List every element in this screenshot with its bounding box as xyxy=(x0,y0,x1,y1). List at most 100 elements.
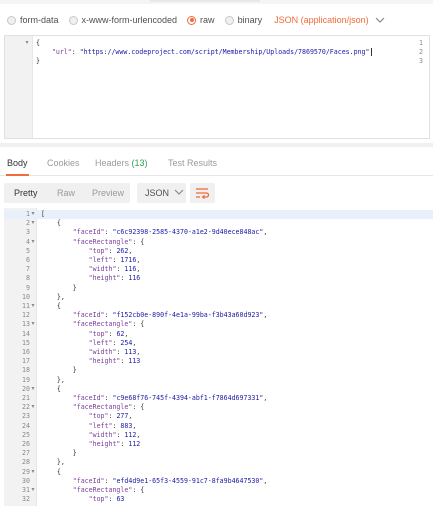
radio-label: x-www-form-urlencoded xyxy=(81,15,178,25)
tab-headers[interactable]: Headers (13) xyxy=(95,158,148,168)
tab-test-results[interactable]: Test Results xyxy=(168,158,217,168)
code-token: } xyxy=(36,57,40,65)
code-token: "faceRectangle" xyxy=(72,237,133,246)
code-line: "faceRectangle": { xyxy=(41,403,144,412)
code-token: } xyxy=(41,449,77,458)
code-token: , xyxy=(136,348,141,356)
line-number: 28 xyxy=(22,458,30,467)
line-number: 22 xyxy=(22,403,30,412)
code-token: , xyxy=(124,329,129,338)
code-token: }, xyxy=(41,375,65,384)
fold-arrow-icon[interactable]: ▾ xyxy=(30,486,36,495)
response-body-viewer[interactable]: 1 ▾[2 ▾ {3 "faceId": "c6c92398-2585-4370-a… xyxy=(4,208,433,506)
code-token: }, xyxy=(41,292,65,301)
tab-cookies[interactable]: Cookies xyxy=(47,158,80,168)
code-token: : { xyxy=(132,486,145,494)
request-body-editor[interactable]: 1 ▾ {2 "url": "https://www.codeproject.com… xyxy=(4,35,430,139)
code-token: : xyxy=(71,48,80,56)
code-token: "faceRectangle" xyxy=(72,320,133,329)
code-token: { xyxy=(41,467,61,476)
radio-label: raw xyxy=(200,15,215,25)
radio-binary[interactable]: binary xyxy=(224,15,262,25)
code-token: , xyxy=(132,338,137,347)
code-token: 112 xyxy=(124,430,137,439)
code-token: 112 xyxy=(128,440,141,448)
view-preview-button[interactable]: Preview xyxy=(92,188,124,198)
code-token: , xyxy=(132,421,137,430)
code-token: "width" xyxy=(88,430,117,439)
code-token: "c6c92398-2585-4370-a1e2-9d40ece848ac" xyxy=(112,228,264,237)
code-token: 883 xyxy=(120,421,133,430)
wrap-lines-button[interactable] xyxy=(190,183,215,203)
code-token: , xyxy=(136,265,141,274)
view-raw-button[interactable]: Raw xyxy=(57,188,75,198)
radio-icon xyxy=(68,15,78,25)
code-line: "faceId": "efd4d9e1-65f3-4559-91c7-8fa9b… xyxy=(41,476,268,486)
code-token: , xyxy=(263,476,268,485)
line-number: 3 xyxy=(26,228,30,237)
content-type-dropdown[interactable]: JSON (application/json) xyxy=(274,15,385,25)
radio-label: form-data xyxy=(20,15,59,25)
chevron-down-icon xyxy=(174,187,184,199)
tab-body[interactable]: Body xyxy=(6,158,29,176)
fold-arrow-icon[interactable]: ▾ xyxy=(30,385,36,394)
code-token: "top" xyxy=(88,329,109,338)
code-token: 277 xyxy=(116,412,129,421)
code-line: "url": "https://www.codeproject.com/scri… xyxy=(36,48,372,57)
line-number: 3 xyxy=(419,57,423,65)
line-number: 26 xyxy=(22,440,30,448)
code-line: "width": 112, xyxy=(41,430,141,440)
line-number: 32 xyxy=(22,495,30,504)
line-number: 31 xyxy=(22,486,30,494)
view-pretty-button[interactable]: Pretty xyxy=(14,188,38,198)
code-token: "left" xyxy=(88,421,113,430)
line-number: 8 xyxy=(26,274,30,283)
code-line: { xyxy=(41,219,61,228)
format-dropdown[interactable]: JSON xyxy=(137,183,186,203)
code-line: { xyxy=(41,468,61,477)
code-line: "top": 63 xyxy=(41,495,125,504)
fold-arrow-icon[interactable]: ▾ xyxy=(30,219,36,228)
response-view-toolbar: Pretty Raw Preview JSON xyxy=(0,181,433,205)
code-token: "faceRectangle" xyxy=(72,403,133,412)
fold-arrow-icon[interactable]: ▾ xyxy=(30,238,36,247)
radio-x-www-form-urlencoded[interactable]: x-www-form-urlencoded xyxy=(68,15,178,25)
radio-icon xyxy=(224,15,234,25)
radio-form-data[interactable]: form-data xyxy=(7,15,59,25)
radio-raw[interactable]: raw xyxy=(187,15,215,25)
code-token: "top" xyxy=(88,246,109,255)
line-number: 19 xyxy=(22,375,30,384)
code-line: "width": 116, xyxy=(41,265,141,274)
code-token: "faceId" xyxy=(72,394,105,402)
fold-arrow-icon[interactable]: ▾ xyxy=(30,302,36,311)
code-token: "faceId" xyxy=(72,311,105,320)
body-type-selector: form-data x-www-form-urlencoded raw bina… xyxy=(0,10,433,30)
fold-arrow-icon[interactable]: ▾ xyxy=(30,320,36,329)
pane-divider[interactable] xyxy=(0,143,433,147)
code-token: "efd4d9e1-65f3-4559-91c7-8fa9b4647530" xyxy=(112,476,264,485)
code-token: "height" xyxy=(88,357,121,366)
fold-arrow-icon[interactable]: ▾ xyxy=(30,403,36,412)
line-number: 16 xyxy=(22,348,30,356)
line-number: 1 xyxy=(419,39,423,47)
radio-icon xyxy=(7,15,16,25)
code-token: 116 xyxy=(124,265,137,274)
active-line-highlight xyxy=(4,210,433,219)
fold-arrow-icon[interactable]: ▾ xyxy=(30,210,36,219)
fold-arrow-icon[interactable]: ▾ xyxy=(24,39,30,48)
fold-arrow-icon[interactable]: ▾ xyxy=(30,468,36,477)
line-number-gutter xyxy=(5,36,33,138)
line-number: 2 xyxy=(26,219,30,228)
